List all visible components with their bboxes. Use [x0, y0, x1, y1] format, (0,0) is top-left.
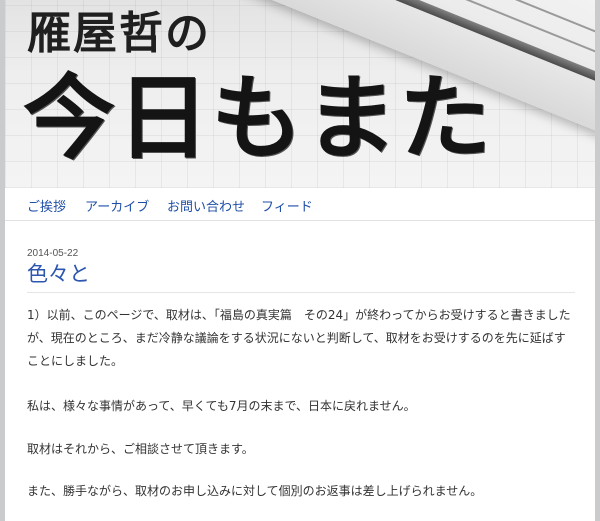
nav-item-greeting[interactable]: ご挨拶: [27, 196, 66, 215]
post-paragraph: 1）以前、このページで、取材は、「福島の真実篇 その24」が終わってからお受けす…: [27, 308, 571, 368]
blog-title-line2: 今日もまた: [23, 64, 494, 172]
post-content: 2014-05-22 色々と 1）以前、このページで、取材は、「福島の真実篇 そ…: [5, 221, 595, 521]
post-paragraph: また、勝手ながら、取材のお申し込みに対して個別のお返事は差し上げられません。: [27, 484, 483, 498]
post-paragraph: 私は、様々な事情があって、早くても7月の末まで、日本に戻れません。: [27, 399, 416, 413]
post-paragraph: 取材はそれから、ご相談させて頂きます。: [27, 442, 254, 456]
nav-item-contact[interactable]: お問い合わせ: [167, 196, 245, 215]
main-nav: ご挨拶 アーカイブ お問い合わせ フィード: [5, 188, 595, 221]
divider: [27, 292, 575, 293]
post-title[interactable]: 色々と: [27, 261, 90, 288]
blog-title-line1: 雁屋哲の: [27, 8, 211, 59]
post-date: 2014-05-22: [27, 248, 79, 259]
nav-item-archive[interactable]: アーカイブ: [85, 196, 149, 215]
blog-header-banner: 雁屋哲の 今日もまた: [5, 0, 595, 188]
nav-item-feed[interactable]: フィード: [261, 196, 313, 215]
